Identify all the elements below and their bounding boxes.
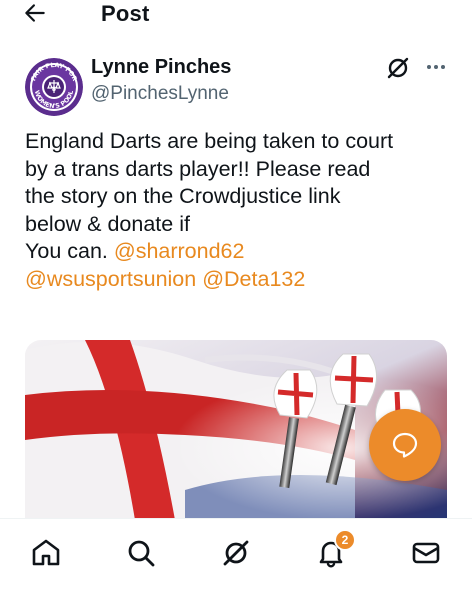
avatar[interactable]: FAIR PLAY FOR WOMEN'S POOL 8 (25, 58, 83, 116)
grok-button[interactable] (384, 54, 412, 82)
nav-grok[interactable] (220, 537, 256, 573)
mention-link[interactable]: @wsusportsunion (25, 267, 196, 291)
mention-link[interactable]: @Deta132 (202, 267, 305, 291)
search-icon (128, 540, 155, 567)
speech-bubble-icon (392, 432, 418, 458)
nav-search[interactable] (125, 537, 161, 573)
tweet-text: England Darts are being taken to court b… (25, 128, 455, 293)
tweet-text-line: by a trans darts player!! Please read (25, 156, 371, 181)
nav-messages[interactable] (410, 537, 446, 573)
more-horizontal-icon (427, 65, 445, 69)
grok-icon (223, 540, 249, 566)
top-bar: Post (0, 0, 472, 30)
notifications-badge: 2 (334, 529, 356, 551)
author-handle[interactable]: @PinchesLynne (91, 83, 229, 105)
tweet-text-line: You can. @sharrond62 (25, 238, 455, 266)
author-name[interactable]: Lynne Pinches (91, 56, 231, 79)
messages-icon (412, 542, 440, 564)
tweet-text-line: England Darts are being taken to court (25, 129, 394, 153)
reply-fab-button[interactable] (369, 409, 441, 481)
tweet-text-line: below & donate if (25, 211, 190, 236)
more-options-button[interactable] (422, 54, 450, 80)
svg-text:8: 8 (52, 86, 56, 93)
home-icon (32, 539, 60, 566)
mention-link[interactable]: @sharrond62 (114, 239, 245, 263)
bottom-navigation: 2 (0, 518, 472, 600)
arrow-left-icon (25, 4, 45, 22)
tweet-text-prefix: You can. (25, 239, 114, 263)
page-title: Post (101, 1, 150, 26)
tweet-text-line: the story on the Crowdjustice link (25, 184, 341, 208)
back-button[interactable] (22, 0, 52, 28)
grok-icon (387, 57, 409, 79)
avatar-logo-image: FAIR PLAY FOR WOMEN'S POOL 8 (25, 58, 83, 116)
tweet-text-line: @wsusportsunion @Deta132 (25, 266, 455, 294)
nav-home[interactable] (30, 537, 66, 573)
